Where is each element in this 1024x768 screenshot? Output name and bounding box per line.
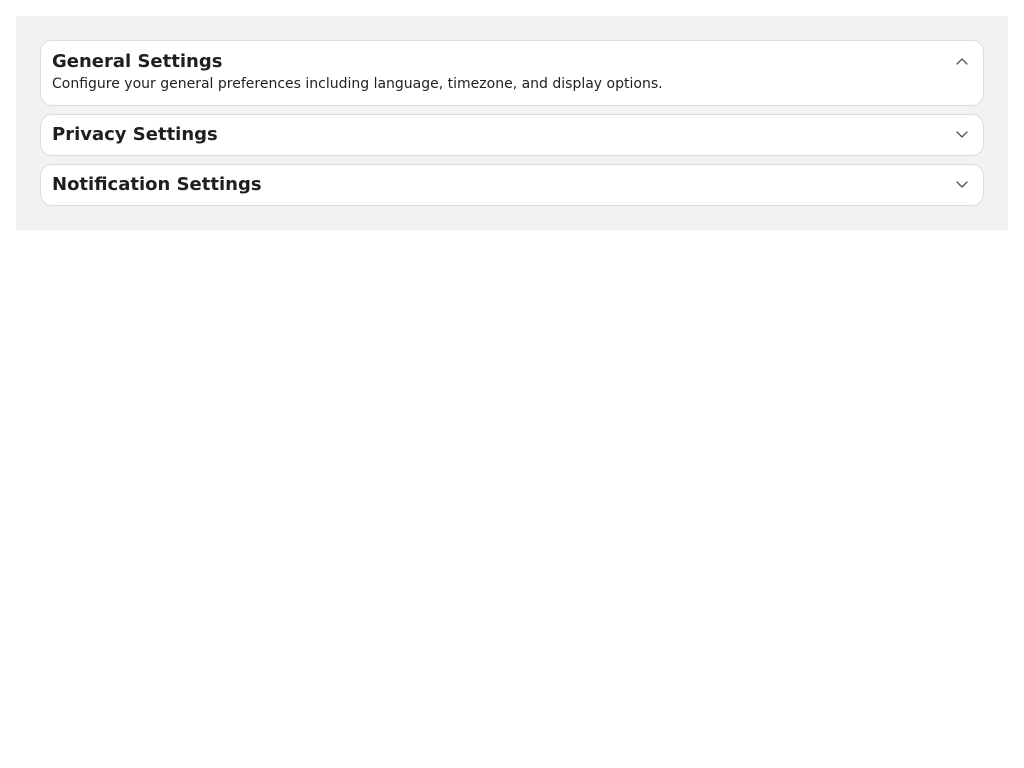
accordion-title-notification-settings[interactable]: Notification Settings xyxy=(52,174,262,196)
accordion-title-general-settings[interactable]: General Settings xyxy=(52,51,222,73)
accordion-item-notification-settings[interactable]: Notification Settings xyxy=(40,164,984,206)
accordion-title-privacy-settings[interactable]: Privacy Settings xyxy=(52,124,218,146)
settings-accordion: General Settings Configure your general … xyxy=(16,16,1008,230)
accordion-item-general-settings[interactable]: General Settings Configure your general … xyxy=(40,40,984,106)
chevron-down-icon[interactable] xyxy=(955,178,969,192)
chevron-up-icon[interactable] xyxy=(955,54,969,68)
accordion-item-privacy-settings[interactable]: Privacy Settings xyxy=(40,114,984,156)
accordion-description-general-settings: Configure your general preferences inclu… xyxy=(52,76,663,92)
chevron-down-icon[interactable] xyxy=(955,128,969,142)
